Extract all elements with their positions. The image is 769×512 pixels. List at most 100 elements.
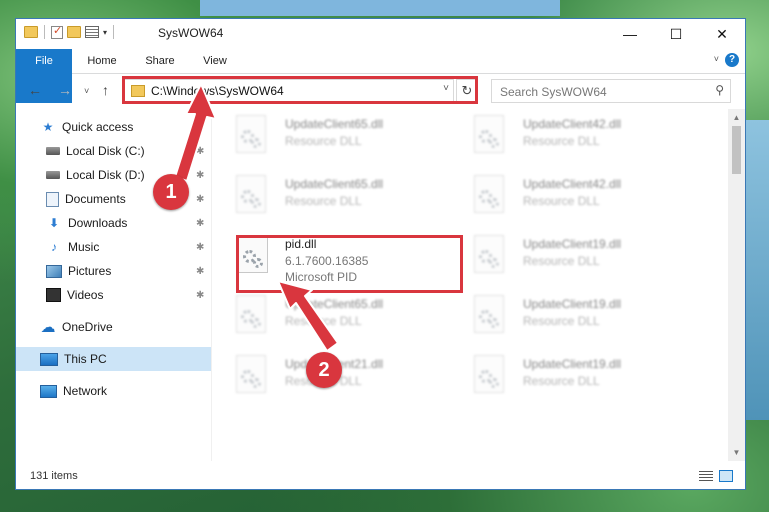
sidebar-item-this-pc[interactable]: This PC [16,347,211,371]
pin-icon[interactable]: ✱ [196,218,204,229]
file-description: Resource DLL [285,314,362,328]
file-name: UpdateClient42.dll [523,117,622,131]
refresh-button[interactable]: ↻ [456,79,478,103]
file-item[interactable]: UpdateClient42.dll Resource DLL [454,169,684,223]
file-item[interactable]: UpdateClient19.dll Resource DLL [454,289,684,343]
properties-icon[interactable] [85,26,99,38]
address-dropdown-chevron-icon[interactable]: ˅ [443,83,449,94]
sidebar-item-downloads[interactable]: ⬇ Downloads ✱ [16,211,211,235]
dll-file-icon [474,355,506,395]
status-bar: 131 items [16,465,745,489]
sidebar-item-videos[interactable]: Videos ✱ [16,283,211,307]
sidebar-item-local-disk-c[interactable]: Local Disk (C:) ✱ [16,139,211,163]
folder-icon [131,85,145,97]
new-folder-icon[interactable] [67,26,81,38]
help-icon[interactable]: ? [725,53,739,67]
back-arrow-icon[interactable]: ← [28,82,42,98]
file-list: UpdateClient65.dll Resource DLL UpdateCl… [216,109,728,461]
navigation-pane: ★ Quick access Local Disk (C:) ✱ Local D… [16,109,211,461]
pin-icon[interactable]: ✱ [196,266,204,277]
sidebar-item-music[interactable]: ♪ Music ✱ [16,235,211,259]
maximize-button[interactable]: ☐ [653,19,699,49]
customize-toolbar-chevron-icon[interactable]: ▾ [103,28,107,37]
sidebar-item-pictures[interactable]: Pictures ✱ [16,259,211,283]
file-item[interactable]: UpdateClient42.dll Resource DLL [454,109,684,163]
file-name: UpdateClient65.dll [285,177,384,191]
details-view-icon[interactable] [699,471,713,482]
file-item[interactable]: UpdateClient19.dll Resource DLL [454,229,684,283]
address-bar[interactable]: C:\Windows\SysWOW64 ˅ [124,79,454,103]
close-button[interactable]: ✕ [699,19,745,49]
search-input[interactable] [498,83,707,101]
sidebar-item-label: Downloads [68,216,128,230]
file-description: Resource DLL [285,134,362,148]
pin-icon[interactable]: ✱ [196,242,204,253]
tab-view[interactable]: View [192,49,238,73]
network-icon [40,384,57,398]
pictures-icon [46,264,62,278]
toolbar-separator [113,25,115,39]
file-item[interactable]: UpdateClient65.dll Resource DLL [216,109,446,163]
address-path[interactable]: C:\Windows\SysWOW64 [151,84,284,98]
file-description: Resource DLL [523,314,600,328]
dll-file-icon [236,355,268,395]
dll-file-icon [474,295,506,335]
disk-icon [46,171,60,179]
pin-icon[interactable]: ✱ [196,194,204,205]
search-box[interactable]: ⚲ [491,79,731,103]
sidebar-item-quick-access[interactable]: ★ Quick access [16,115,211,139]
minimize-button[interactable]: — [607,19,653,49]
sidebar-item-label: Quick access [62,120,134,134]
file-description: Resource DLL [523,134,600,148]
file-description: Resource DLL [285,194,362,208]
file-description: Microsoft PID [285,270,358,284]
sidebar-item-network[interactable]: Network [16,379,211,403]
pane-divider[interactable] [211,109,212,461]
pin-icon[interactable]: ✱ [196,170,204,181]
file-item[interactable]: UpdateClient65.dll Resource DLL [216,169,446,223]
dll-file-icon [236,115,268,155]
file-item[interactable]: UpdateClient65.dll Resource DLL [216,289,446,343]
tab-share[interactable]: Share [136,49,184,73]
search-icon[interactable]: ⚲ [715,83,724,97]
tab-home[interactable]: Home [78,49,126,73]
star-icon: ★ [42,120,54,134]
file-description: Resource DLL [523,194,600,208]
large-icons-view-icon[interactable] [719,470,733,482]
sidebar-item-label: Documents [65,192,126,206]
dll-file-icon [474,115,506,155]
file-description: Resource DLL [523,374,600,388]
dll-file-icon [236,175,268,215]
sidebar-item-label: Pictures [68,264,112,278]
forward-arrow-icon[interactable]: → [58,82,72,98]
sidebar-item-onedrive[interactable]: ☁ OneDrive [16,315,211,339]
properties-check-icon[interactable] [51,24,63,39]
file-name: UpdateClient19.dll [523,357,622,371]
vertical-scrollbar[interactable]: ▲ ▼ [728,109,745,461]
folder-icon[interactable] [24,26,38,38]
pin-icon[interactable]: ✱ [196,290,204,301]
expand-ribbon-chevron-icon[interactable]: ˅ [714,54,719,64]
toolbar-separator [44,25,45,39]
sidebar-item-label: Local Disk (D:) [66,168,145,182]
music-icon: ♪ [51,240,57,254]
file-description: Resource DLL [523,254,600,268]
dll-file-icon [236,295,268,335]
sidebar-item-label: OneDrive [62,320,113,334]
videos-icon [46,288,61,302]
window-title: SysWOW64 [158,26,224,40]
download-icon: ⬇ [48,216,60,230]
file-name: UpdateClient65.dll [285,117,384,131]
scroll-down-arrow-icon[interactable]: ▼ [728,444,745,461]
cloud-icon: ☁ [40,319,56,336]
scrollbar-thumb[interactable] [732,126,741,174]
scroll-up-arrow-icon[interactable]: ▲ [728,109,745,126]
recent-locations-chevron-icon[interactable]: ˅ [84,86,89,96]
ribbon-tabs: File Home Share View ˅ ? [16,49,745,103]
documents-icon [46,191,59,207]
file-item-pid-dll[interactable]: pid.dll 6.1.7600.16385 Microsoft PID [236,229,466,284]
pin-icon[interactable]: ✱ [196,146,204,157]
file-item[interactable]: UpdateClient19.dll Resource DLL [454,349,684,403]
up-arrow-icon[interactable]: ↑ [102,82,109,98]
sidebar-item-label: Videos [67,288,104,302]
